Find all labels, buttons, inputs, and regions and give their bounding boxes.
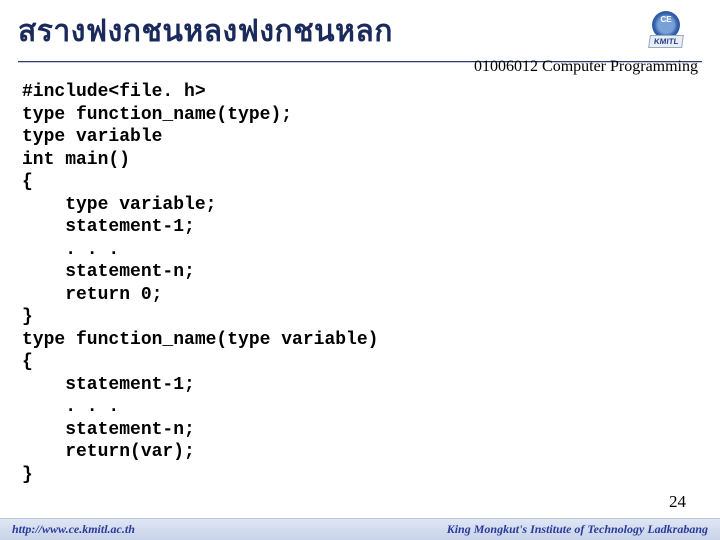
code-block: #include<file. h> type function_name(typ… <box>0 63 720 486</box>
footer-url: http://www.ce.kmitl.ac.th <box>12 522 135 537</box>
institution-logo: KMITL <box>634 6 698 52</box>
slide-footer: http://www.ce.kmitl.ac.th King Mongkut's… <box>0 518 720 540</box>
footer-institution: King Mongkut's Institute of Technology L… <box>447 522 708 537</box>
slide-header: สรางฟงกชนหลงฟงกชนหลก KMITL 01006012 Comp… <box>0 0 720 63</box>
logo-text: KMITL <box>648 35 684 48</box>
page-number: 24 <box>669 492 686 512</box>
course-label: 01006012 Computer Programming <box>474 58 698 76</box>
slide-title: สรางฟงกชนหลงฟงกชนหลก <box>18 8 702 55</box>
